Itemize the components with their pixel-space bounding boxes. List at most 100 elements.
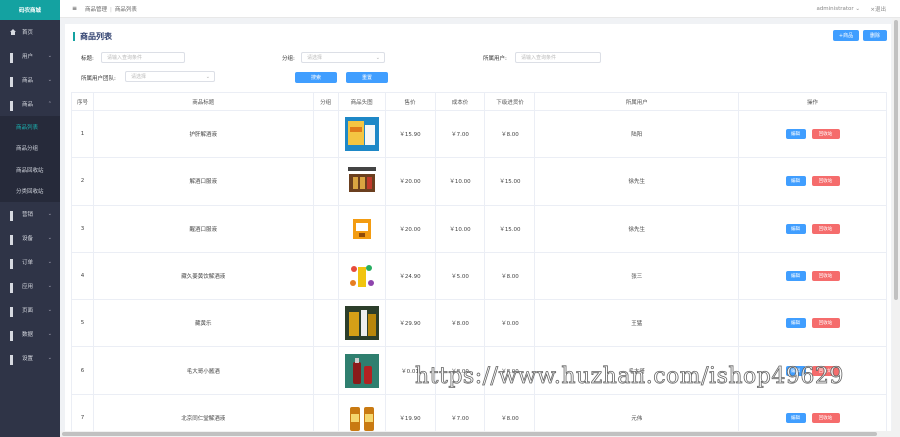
title-filter-label: 标题: — [81, 56, 94, 62]
table-row: 5 藏黄乐 ￥29.90 ￥8.00 ￥0.00 王猛 编辑 回收站 — [71, 299, 887, 348]
recycle-button[interactable]: 回收站 — [811, 176, 840, 187]
product-image[interactable] — [344, 259, 379, 294]
owner-group-placeholder: 请选择 — [131, 74, 147, 80]
add-goods-button[interactable]: +商品 — [833, 30, 859, 41]
user-menu[interactable]: administrator ⌄ — [816, 6, 860, 12]
column-header: 所属用户 — [534, 92, 740, 111]
sidebar-item-marketing[interactable]: 营销 ⌄ — [0, 202, 60, 226]
home-icon — [10, 29, 16, 35]
row-actions: 编辑 回收站 — [738, 251, 887, 301]
scrollbar-thumb[interactable] — [894, 20, 898, 300]
owner-group-select[interactable]: 请选择 ⌄ — [125, 71, 215, 82]
sidebar-item-label: 商品 — [22, 78, 34, 84]
goods-title: 毛大哥小酱酒 — [92, 346, 314, 395]
product-image[interactable] — [344, 306, 379, 341]
chevron-down-icon: ⌄ — [47, 77, 52, 83]
sidebar-item-order[interactable]: 订单 ⌄ — [0, 250, 60, 274]
page-title: 商品列表 — [73, 32, 112, 41]
menu-toggle-icon[interactable]: ≡ — [72, 5, 77, 12]
product-image[interactable] — [344, 211, 379, 246]
grid-icon — [10, 235, 16, 245]
submenu-goods-recycle[interactable]: 商品回收站 — [0, 159, 60, 181]
goods-cost: ￥10.00 — [434, 157, 486, 206]
sidebar-item-user[interactable]: 用户 ⌄ — [0, 44, 60, 68]
sidebar-item-app[interactable]: 应用 ⌄ — [0, 274, 60, 298]
search-button[interactable]: 搜索 — [295, 72, 337, 83]
breadcrumb: 商品管理 | 商品列表 — [85, 5, 137, 13]
vertical-scrollbar[interactable] — [892, 18, 900, 433]
product-image[interactable] — [344, 400, 379, 435]
goods-owner: 张三 — [534, 251, 740, 301]
chevron-down-icon: ⌄ — [47, 235, 52, 241]
row-actions: 编辑 回收站 — [738, 299, 887, 348]
edit-button[interactable]: 编辑 — [785, 129, 806, 140]
sidebar-item-label: 页面 — [22, 308, 34, 314]
table-row: 1 护肝解酒液 ￥15.90 ￥7.00 ￥8.00 陆阳 编辑 回收站 — [71, 109, 887, 159]
product-image[interactable] — [344, 117, 379, 152]
breadcrumb-item[interactable]: 商品管理 — [85, 7, 107, 13]
submenu-goods-group[interactable]: 商品分组 — [0, 138, 60, 160]
sidebar-item-home[interactable]: 首页 — [0, 20, 60, 44]
row-actions: 编辑 回收站 — [738, 157, 887, 206]
column-header: 成本价 — [434, 92, 486, 111]
group-select-placeholder: 请选择 — [307, 55, 323, 61]
edit-button[interactable]: 编辑 — [785, 412, 806, 423]
column-header: 序号 — [71, 92, 94, 111]
product-image[interactable] — [344, 353, 379, 388]
recycle-button[interactable]: 回收站 — [811, 129, 840, 140]
sidebar-item-label: 用户 — [22, 54, 34, 60]
row-actions: 编辑 回收站 — [738, 204, 887, 253]
sidebar-item-goods-a[interactable]: 商品 ⌄ — [0, 68, 60, 92]
recycle-button[interactable]: 回收站 — [811, 271, 840, 282]
grid-icon — [10, 355, 16, 365]
logout-button[interactable]: ×退出 — [870, 5, 886, 13]
horizontal-scrollbar[interactable] — [60, 431, 900, 437]
owner-filter-label: 所属用户: — [483, 56, 507, 62]
sidebar-item-goods[interactable]: 商品 ⌃ — [0, 92, 60, 116]
product-image[interactable] — [344, 164, 379, 199]
sidebar-item-settings[interactable]: 设置 ⌄ — [0, 346, 60, 370]
sidebar-item-label: 设置 — [22, 356, 34, 362]
row-index: 1 — [71, 109, 94, 159]
sidebar-item-device[interactable]: 设备 ⌄ — [0, 226, 60, 250]
sidebar-item-label: 应用 — [22, 284, 34, 290]
sidebar-item-label: 首页 — [22, 30, 34, 36]
row-index: 6 — [71, 346, 94, 395]
watermark-text: https://www.huzhan.com/ishop49629 — [415, 364, 844, 390]
edit-button[interactable]: 编辑 — [785, 223, 806, 234]
group-select[interactable]: 请选择 ⌄ — [301, 52, 385, 63]
group-filter-label: 分组: — [282, 56, 295, 62]
recycle-button[interactable]: 回收站 — [811, 223, 840, 234]
grid-icon — [10, 77, 16, 87]
username: administrator — [816, 5, 854, 12]
grid-icon — [10, 101, 16, 111]
title-search-input[interactable]: 请输入查询条件 — [101, 52, 185, 63]
submenu-goods-list[interactable]: 商品列表 — [0, 116, 60, 138]
owner-search-input[interactable]: 请输入查询条件 — [515, 52, 601, 63]
brand-logo[interactable]: 码农商城 — [0, 0, 60, 20]
recycle-button[interactable]: 回收站 — [811, 412, 840, 423]
row-index: 3 — [71, 204, 94, 253]
goods-title: 解酒口服液 — [92, 157, 314, 206]
edit-button[interactable]: 编辑 — [785, 271, 806, 282]
scrollbar-thumb[interactable] — [62, 432, 877, 436]
delete-button[interactable]: 删除 — [863, 30, 887, 41]
submenu-category-recycle[interactable]: 分类回收站 — [0, 181, 60, 203]
edit-button[interactable]: 编辑 — [785, 318, 806, 329]
goods-thumbnail-cell — [337, 251, 386, 301]
table-row: 3 醒酒口服液 ￥20.00 ￥10.00 ￥15.00 徐先生 编辑 回收站 — [71, 204, 887, 253]
owner-group-filter-label: 所属用户团队: — [81, 76, 116, 82]
chevron-down-icon: ⌄ — [47, 331, 52, 337]
sidebar-item-data[interactable]: 数据 ⌄ — [0, 322, 60, 346]
goods-group — [312, 204, 339, 253]
chevron-down-icon: ⌄ — [47, 259, 52, 265]
recycle-button[interactable]: 回收站 — [811, 318, 840, 329]
sidebar-item-label: 订单 — [22, 260, 34, 266]
sidebar-item-page[interactable]: 页面 ⌄ — [0, 298, 60, 322]
grid-icon — [10, 211, 16, 221]
edit-button[interactable]: 编辑 — [785, 176, 806, 187]
reset-button[interactable]: 重置 — [346, 72, 388, 83]
row-index: 2 — [71, 157, 94, 206]
breadcrumb-item: 商品列表 — [114, 6, 137, 13]
goods-thumbnail-cell — [337, 299, 386, 348]
